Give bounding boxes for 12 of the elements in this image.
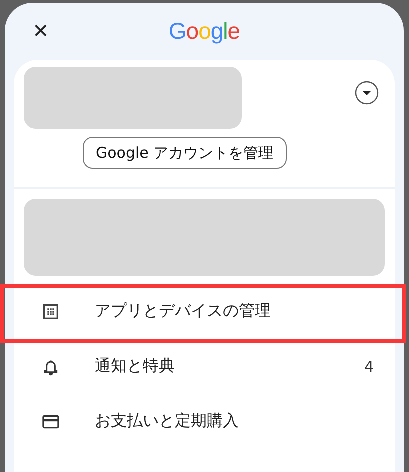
menu-label: 通知と特典 bbox=[95, 356, 176, 377]
dropdown-icon[interactable] bbox=[355, 81, 379, 105]
menu-label: お支払いと定期購入 bbox=[95, 411, 240, 432]
menu-item[interactable]: お支払いと定期購入 bbox=[14, 394, 395, 449]
google-logo: Google bbox=[168, 18, 240, 45]
notification-count: 4 bbox=[364, 358, 374, 376]
manage-account-button[interactable]: Google アカウントを管理 bbox=[83, 137, 287, 169]
menu-label: アプリとデバイスの管理 bbox=[95, 301, 272, 322]
close-button[interactable]: ✕ bbox=[28, 18, 54, 44]
grid-icon bbox=[41, 302, 61, 322]
menu-item[interactable]: アプリとデバイスの管理 bbox=[14, 284, 395, 339]
menu-item[interactable]: 通知と特典 4 bbox=[14, 339, 395, 394]
